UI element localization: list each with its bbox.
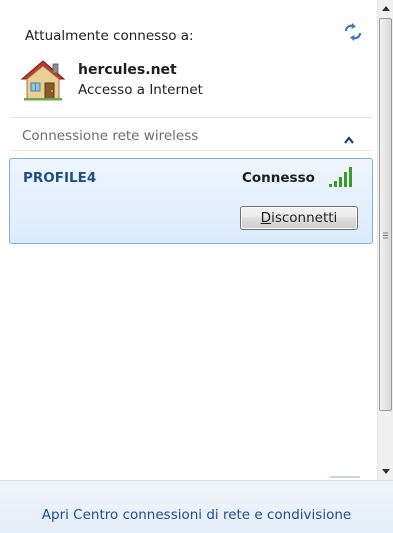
- current-network-name: hercules.net: [78, 62, 177, 78]
- section-divider: [10, 150, 372, 151]
- current-network-status: Accesso a Internet: [78, 82, 203, 98]
- disconnect-button[interactable]: Disconnetti: [240, 206, 358, 230]
- footer: Apri Centro connessioni di rete e condiv…: [0, 480, 393, 533]
- scroll-thumb[interactable]: [379, 18, 392, 411]
- house-icon: [20, 58, 66, 102]
- scroll-down-arrow-icon[interactable]: [378, 463, 393, 480]
- scroll-up-arrow-icon[interactable]: [378, 0, 393, 17]
- wifi-network-item[interactable]: PROFILE4 Connesso Disconnetti: [9, 158, 373, 244]
- wifi-connection-status: Connesso: [242, 170, 315, 186]
- chevron-up-icon[interactable]: [343, 130, 355, 144]
- wifi-network-name: PROFILE4: [23, 170, 97, 186]
- signal-strength-icon: [327, 165, 357, 189]
- network-list: Attualmente connesso a: hercules.net Acc…: [0, 0, 377, 478]
- grip-icon: [383, 224, 388, 239]
- list-end-mark: [330, 476, 360, 478]
- disconnect-button-mnemonic: D: [260, 209, 272, 226]
- vertical-scrollbar[interactable]: [377, 0, 393, 480]
- refresh-icon[interactable]: [342, 22, 364, 42]
- open-network-center-link[interactable]: Apri Centro connessioni di rete e condiv…: [0, 507, 393, 523]
- wireless-section-label: Connessione rete wireless: [22, 128, 199, 144]
- disconnect-button-label: isconnetti: [271, 209, 338, 226]
- connected-header: Attualmente connesso a:: [25, 28, 194, 44]
- divider: [10, 117, 372, 118]
- network-flyout: Attualmente connesso a: hercules.net Acc…: [0, 0, 393, 533]
